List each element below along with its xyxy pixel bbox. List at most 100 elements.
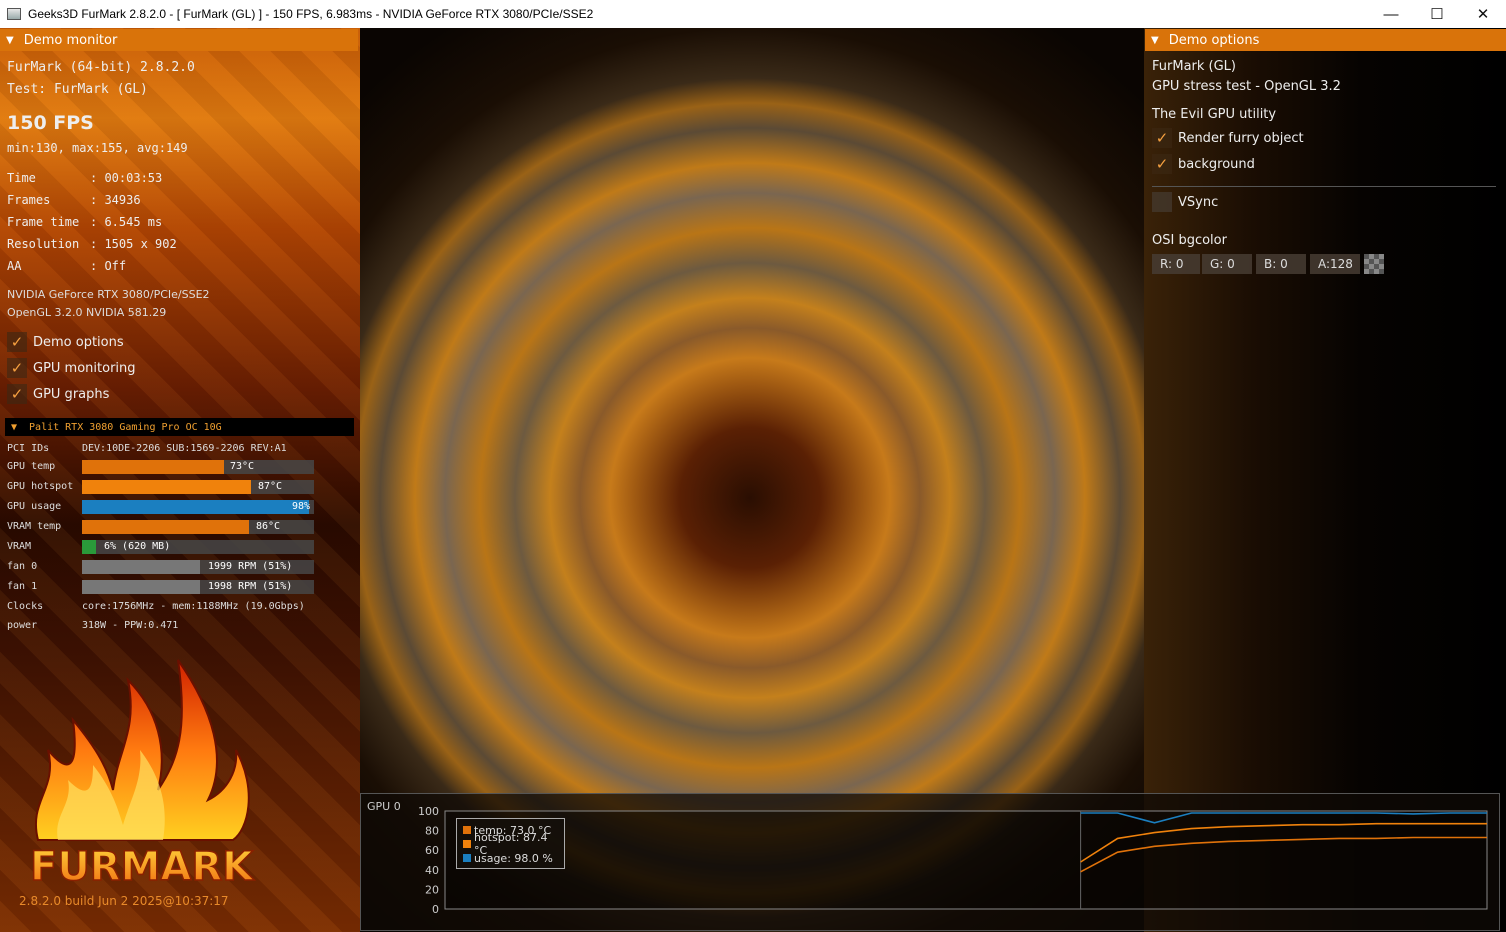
checkbox-gpu-graphs[interactable]: ✓ GPU graphs (7, 384, 109, 404)
gpu-metric-value: 1999 RPM (51%) (208, 561, 293, 572)
logo-text: FURMARK (30, 844, 255, 890)
gpu-renderer: NVIDIA GeForce RTX 3080/PCIe/SSE2 (7, 288, 210, 301)
gpu-metric-value: 98% (292, 501, 311, 512)
demo-name: FurMark (GL) (1152, 59, 1236, 74)
checkmark-icon: ✓ (7, 358, 27, 378)
y-tick-label: 40 (425, 864, 439, 877)
gpu-graph-chart: 100 80 60 40 20 0 (418, 805, 1488, 916)
legend-item: usage: 98.0 % (463, 851, 564, 865)
maximize-icon[interactable]: ☐ (1414, 0, 1460, 28)
demo-monitor-title: Demo monitor (23, 32, 118, 48)
gpu-metric-label: fan 0 (7, 561, 38, 572)
checkbox-background[interactable]: ✓ background (1152, 154, 1255, 174)
build-info: 2.8.2.0 build Jun 2 2025@10:37:17 (19, 894, 229, 908)
app-icon (7, 8, 21, 20)
collapse-triangle-icon: ▼ (11, 421, 18, 433)
fps-value: 150 FPS (7, 112, 94, 134)
gpu-metric-fill (82, 540, 96, 554)
gpu-metric-label: fan 1 (7, 581, 38, 592)
graph-title: GPU 0 (367, 800, 401, 813)
checkmark-icon: ✓ (7, 332, 27, 352)
stat-value: : 1505 x 902 (90, 237, 177, 251)
gpu-metric-value: 1998 RPM (51%) (208, 581, 293, 592)
plot-area (444, 810, 1488, 910)
clocks-value: core:1756MHz - mem:1188MHz (19.0Gbps) (82, 601, 305, 612)
stat-value: : 34936 (90, 193, 141, 207)
gpu-metric-fill (82, 480, 251, 494)
close-icon[interactable]: ✕ (1460, 0, 1506, 28)
legend-swatch (463, 826, 471, 834)
gpu-metric-value: 87°C (258, 481, 283, 492)
legend-swatch (463, 840, 471, 848)
legend-item: hotspot: 87.4 °C (463, 831, 564, 857)
window-titlebar: Geeks3D FurMark 2.8.2.0 - [ FurMark (GL)… (0, 0, 1506, 28)
checkmark-icon: ✓ (1152, 154, 1172, 174)
gpu-monitor-header[interactable]: ▼ Palit RTX 3080 Gaming Pro OC 10G (5, 418, 354, 436)
gpu-metric-fill (82, 560, 200, 574)
osi-a-field[interactable]: A:128 (1310, 254, 1360, 274)
legend-label: usage: 98.0 % (474, 851, 553, 865)
graph-legend: temp: 73.0 °C hotspot: 87.4 °C usage: 98.0… (456, 818, 565, 869)
checkbox-label: Render furry object (1178, 130, 1304, 146)
stat-label: Frame time (7, 215, 80, 229)
gpu-metric-label: VRAM (7, 541, 32, 552)
power-label: power (7, 620, 38, 631)
test-name: Test: FurMark (GL) (7, 82, 148, 97)
gpu-metric-bar: 1999 RPM (51%) (82, 560, 314, 574)
osi-r-field[interactable]: R: 0 (1152, 254, 1200, 274)
gpu-metric-bar: 6% (620 MB) (82, 540, 314, 554)
app-version: FurMark (64-bit) 2.8.2.0 (7, 60, 195, 75)
separator (1152, 186, 1496, 187)
osi-b-field[interactable]: B: 0 (1256, 254, 1306, 274)
collapse-triangle-icon: ▼ (1151, 34, 1159, 46)
vsync-checkbox[interactable]: ✓ VSync (1152, 192, 1218, 212)
stat-label: Frames (7, 193, 80, 207)
stat-label: AA (7, 259, 80, 273)
gpu-metric-label: GPU temp (7, 461, 56, 472)
pci-ids-label: PCI IDs (7, 443, 50, 454)
y-tick-label: 20 (425, 883, 439, 896)
gpu-metric-bar: 98% (82, 500, 314, 514)
osi-bgcolor-label: OSI bgcolor (1152, 233, 1227, 248)
y-tick-label: 80 (425, 825, 439, 838)
gpu-metric-fill (82, 580, 200, 594)
furmark-logo: FURMARK (29, 659, 256, 890)
fps-stats: min:130, max:155, avg:149 (7, 141, 188, 155)
minimize-icon[interactable]: — (1368, 0, 1414, 28)
gpu-metric-bar: 86°C (82, 520, 314, 534)
gpu-metric-label: VRAM temp (7, 521, 62, 532)
gl-version: OpenGL 3.2.0 NVIDIA 581.29 (7, 306, 167, 319)
stat-label: Resolution (7, 237, 80, 251)
osi-g-field[interactable]: G: 0 (1202, 254, 1252, 274)
gpu-metric-label: GPU hotspot (7, 481, 74, 492)
y-tick-label: 0 (432, 903, 439, 916)
demo-options-header[interactable]: ▼ Demo options (1145, 29, 1506, 51)
checkbox-gpu-monitoring[interactable]: ✓ GPU monitoring (7, 358, 136, 378)
stat-value: : Off (90, 259, 127, 273)
checkmark-icon: ✓ (1152, 128, 1172, 148)
checkbox-demo-options[interactable]: ✓ Demo options (7, 332, 124, 352)
demo-options-title: Demo options (1168, 32, 1260, 48)
y-tick-label: 60 (425, 844, 439, 857)
demo-description: GPU stress test - OpenGL 3.2 (1152, 79, 1341, 94)
color-preview-swatch[interactable] (1364, 254, 1384, 274)
checkbox-label: background (1178, 156, 1255, 172)
checkbox-label: GPU monitoring (33, 360, 136, 376)
utility-tagline: The Evil GPU utility (1152, 107, 1277, 122)
gpu-metric-value: 6% (620 MB) (104, 541, 171, 552)
gpu-metric-bar: 73°C (82, 460, 314, 474)
checkbox-label: GPU graphs (33, 386, 110, 402)
checkbox-box: ✓ (1152, 192, 1172, 212)
legend-swatch (463, 854, 471, 862)
checkbox-render-furry-object[interactable]: ✓ Render furry object (1152, 128, 1304, 148)
stat-value: : 00:03:53 (90, 171, 163, 185)
pci-ids-value: DEV:10DE-2206 SUB:1569-2206 REV:A1 (82, 443, 287, 454)
gpu-metric-value: 86°C (256, 521, 281, 532)
stat-label: Time (7, 171, 80, 185)
demo-monitor-header[interactable]: ▼ Demo monitor (0, 29, 358, 51)
y-tick-label: 100 (418, 805, 439, 818)
gpu-metric-bar: 1998 RPM (51%) (82, 580, 314, 594)
checkmark-icon: ✓ (7, 384, 27, 404)
vsync-label: VSync (1178, 194, 1219, 210)
gpu-metric-fill (82, 520, 249, 534)
